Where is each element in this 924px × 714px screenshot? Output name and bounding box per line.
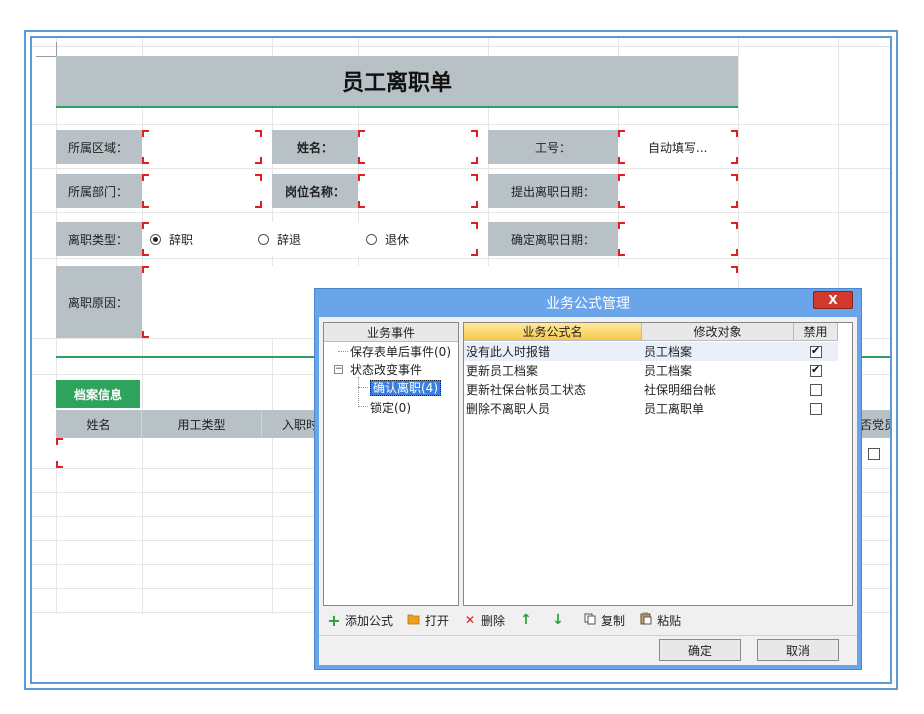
dialog-title: 业务公式管理 — [546, 296, 630, 312]
archive-tab[interactable]: 档案信息 — [56, 380, 140, 408]
formula-name: 没有此人时报错 — [466, 345, 551, 359]
copy-button[interactable]: 复制 — [583, 612, 625, 629]
delete-icon: ✕ — [465, 613, 476, 627]
formula-list: 业务公式名 修改对象 禁用 没有此人时报错 员工档案 更新员工档案 员工档案 更… — [463, 322, 853, 606]
disabled-checkbox[interactable] — [810, 344, 822, 358]
formula-row[interactable]: 更新员工档案 员工档案 — [464, 361, 838, 380]
copy-icon — [583, 613, 597, 628]
radio-retire[interactable]: 退休 — [366, 231, 409, 248]
move-down-button[interactable]: ↓ — [551, 612, 569, 628]
list-header-name[interactable]: 业务公式名 — [464, 323, 642, 341]
collapse-icon[interactable]: − — [334, 365, 343, 374]
emp-no-value: 自动填写... — [648, 140, 708, 155]
confirm-date-label: 确定离职日期： — [488, 222, 618, 256]
formula-target: 员工档案 — [644, 364, 693, 378]
move-up-button[interactable]: ↑ — [519, 612, 537, 628]
formula-target: 员工离职单 — [644, 402, 705, 416]
region-label: 所属区域： — [56, 130, 142, 164]
formula-row[interactable]: 没有此人时报错 员工档案 — [464, 342, 838, 361]
open-label: 打开 — [425, 613, 450, 628]
folder-icon — [407, 613, 421, 628]
position-label: 岗位名称： — [272, 174, 358, 208]
tree-item-confirm-resign[interactable]: 确认离职(4) — [370, 379, 441, 396]
emp-no-label: 工号： — [488, 130, 618, 164]
radio-dismiss-label: 辞退 — [277, 232, 302, 247]
name-label: 姓名： — [272, 130, 358, 164]
footer-divider — [319, 635, 857, 636]
delete-button[interactable]: ✕ 删除 — [463, 612, 505, 629]
close-button[interactable]: X — [813, 291, 853, 309]
list-header-target[interactable]: 修改对象 — [642, 323, 794, 341]
arrow-up-icon: ↑ — [520, 612, 532, 628]
col-entry-date: 入职时 — [262, 410, 322, 438]
radio-icon — [366, 233, 377, 245]
archive-name-cell[interactable] — [56, 438, 142, 468]
position-field[interactable] — [358, 174, 478, 208]
formula-name: 更新社保台帐员工状态 — [466, 383, 587, 397]
radio-retire-label: 退休 — [385, 232, 410, 247]
list-header-disabled[interactable]: 禁用 — [794, 323, 838, 341]
sheet-corner — [36, 42, 57, 57]
region-field[interactable] — [142, 130, 262, 164]
formula-name: 删除不离职人员 — [466, 402, 551, 416]
plus-icon: + — [327, 610, 341, 630]
confirm-date-field[interactable] — [618, 222, 738, 256]
delete-label: 删除 — [481, 613, 506, 628]
radio-resign[interactable]: 辞职 — [150, 231, 258, 248]
name-field[interactable] — [358, 130, 478, 164]
formula-row[interactable]: 删除不离职人员 员工离职单 — [464, 399, 838, 418]
col-employment-type: 用工类型 — [142, 410, 262, 438]
dept-label: 所属部门： — [56, 174, 142, 208]
radio-selected-icon — [150, 233, 161, 245]
radio-dismiss[interactable]: 辞退 — [258, 231, 366, 248]
apply-date-label: 提出离职日期： — [488, 174, 618, 208]
reason-label: 离职原因： — [56, 266, 142, 338]
cancel-button[interactable]: 取消 — [757, 639, 839, 661]
disabled-checkbox[interactable] — [810, 363, 822, 377]
radio-icon — [258, 233, 269, 245]
paste-label: 粘贴 — [657, 613, 682, 628]
add-formula-label: 添加公式 — [345, 613, 394, 628]
col-name: 姓名 — [56, 410, 142, 438]
dept-field[interactable] — [142, 174, 262, 208]
paste-button[interactable]: 粘贴 — [639, 612, 681, 629]
type-radio-group: 辞职 辞退 退休 — [150, 222, 409, 256]
emp-no-field[interactable]: 自动填写... — [618, 130, 738, 164]
ok-button[interactable]: 确定 — [659, 639, 741, 661]
open-button[interactable]: 打开 — [407, 612, 449, 629]
tree-item-status-event[interactable]: 状态改变事件 — [350, 361, 422, 378]
apply-date-field[interactable] — [618, 174, 738, 208]
tree-header: 业务事件 — [324, 323, 458, 342]
tree-item-lock[interactable]: 锁定(0) — [370, 399, 411, 416]
radio-resign-label: 辞职 — [169, 232, 194, 247]
dialog-toolbar: + 添加公式 打开 ✕ 删除 ↑ ↓ 复制 粘贴 — [327, 609, 695, 631]
event-tree: 业务事件 保存表单后事件(0) − 状态改变事件 确认离职(4) 锁定(0) — [323, 322, 459, 606]
formula-target: 员工档案 — [644, 345, 693, 359]
form-title: 员工离职单 — [56, 56, 738, 108]
formula-row[interactable]: 更新社保台帐员工状态 社保明细台帐 — [464, 380, 838, 399]
tree-item-save-event[interactable]: 保存表单后事件(0) — [350, 343, 451, 360]
dialog-body: 业务事件 保存表单后事件(0) − 状态改变事件 确认离职(4) 锁定(0) 业… — [319, 317, 857, 665]
formula-dialog: 业务公式管理 X 业务事件 保存表单后事件(0) − 状态改变事件 确认离职(4… — [314, 288, 862, 670]
party-member-checkbox[interactable] — [868, 448, 880, 460]
type-label: 离职类型： — [56, 222, 142, 256]
arrow-down-icon: ↓ — [552, 612, 564, 628]
copy-label: 复制 — [601, 613, 626, 628]
add-formula-button[interactable]: + 添加公式 — [327, 611, 393, 630]
formula-target: 社保明细台帐 — [644, 383, 717, 397]
formula-name: 更新员工档案 — [466, 364, 539, 378]
paste-icon — [639, 612, 653, 628]
disabled-checkbox[interactable] — [810, 383, 822, 396]
disabled-checkbox[interactable] — [810, 402, 822, 415]
col-party-member: 否党员 — [858, 410, 890, 438]
tree-selected-label: 确认离职(4) — [370, 380, 441, 396]
